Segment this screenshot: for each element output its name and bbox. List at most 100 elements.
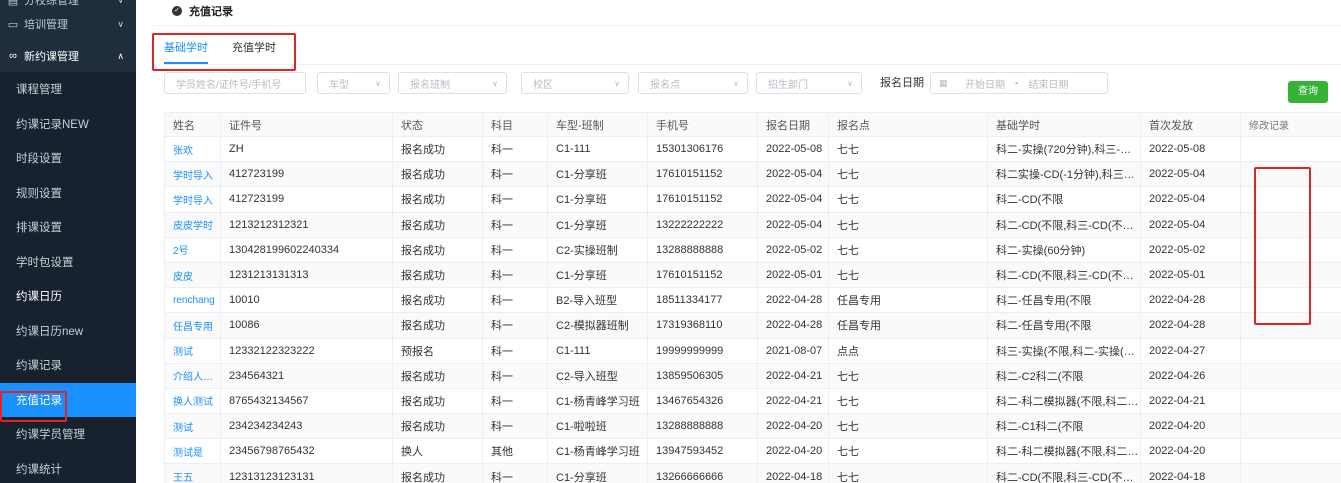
cell-id-number: 12313123123131 — [220, 463, 393, 483]
table-row[interactable]: 学时导入 412723199 报名成功 科一 C1-分享班 17610151152 2022… — [164, 161, 1341, 188]
table-row[interactable]: 2号 130428199602240334 报名成功 科一 C2-实操班制 1328888… — [164, 236, 1341, 263]
table-row[interactable]: 皮皮学时 1213212312321 报名成功 科一 C1-分享班 13222222222… — [164, 211, 1341, 238]
cell-status: 报名成功 — [392, 463, 483, 483]
sidebar-group-training[interactable]: ▭ 培训管理 ∨ — [0, 8, 136, 40]
cell-signup-point: 七七 — [828, 236, 988, 263]
cell-signup-date: 2022-04-21 — [757, 362, 829, 389]
sidebar-group-new-booking[interactable]: ∞ 新约课管理 ∧ — [0, 40, 136, 72]
cell-subject: 科一 — [482, 387, 548, 415]
cell-signup-point: 七七 — [828, 261, 988, 289]
cell-car-class: C1-啦啦班 — [547, 413, 648, 440]
sidebar-group-label: 分校综管理 — [24, 0, 79, 7]
table-row[interactable]: 测试是 23456798765432 换人 其他 C1-杨青峰学习班 1394759345… — [164, 438, 1341, 465]
cell-signup-date: 2022-04-20 — [757, 438, 829, 465]
column-header-id-number: 证件号 — [220, 112, 393, 137]
cell-basic-hours: 科三-实操(不限,科二-实操(不... — [987, 337, 1141, 364]
sidebar-item-student-management[interactable]: 约课学员管理 — [0, 417, 136, 452]
table-row[interactable]: 介绍人分教授234564321报名成功科一C2-导入班型138595063052… — [164, 362, 1341, 389]
column-header-change-log: 修改记录 — [1240, 112, 1341, 137]
cell-signup-date: 2022-05-04 — [757, 186, 829, 213]
sidebar-group-branch[interactable]: ▤ 分校综管理 ∨ — [0, 0, 136, 8]
car-type-select[interactable]: 车型 ∨ — [317, 72, 390, 94]
cell-change-log — [1240, 236, 1341, 263]
cell-name[interactable]: 测试 — [164, 337, 221, 364]
cell-phone: 15301306176 — [647, 135, 758, 163]
cell-phone: 17610151152 — [647, 261, 758, 289]
cell-name[interactable]: 任昌专用 — [164, 312, 221, 339]
cell-name[interactable]: 换人测试 — [164, 387, 221, 415]
department-select[interactable]: 招生部门 ∨ — [756, 72, 862, 94]
sidebar-item-booking-records[interactable]: 约课记录 — [0, 348, 136, 383]
sidebar-item-recharge-records[interactable]: 充值记录 — [0, 382, 136, 417]
sidebar-item-rules[interactable]: 规则设置 — [0, 176, 136, 211]
sidebar-item-label: 学时包设置 — [16, 256, 74, 269]
cell-id-number: 130428199602240334 — [220, 236, 393, 263]
cell-change-log — [1240, 387, 1341, 415]
query-button[interactable]: 查询 — [1288, 81, 1328, 103]
sidebar-item-course-management[interactable]: 课程管理 — [0, 72, 136, 107]
cell-status: 报名成功 — [392, 362, 483, 389]
sidebar-item-booking-stats[interactable]: 约课统计 — [0, 452, 136, 483]
table-row[interactable]: 学时导入 412723199 报名成功 科一 C1-分享班 17610151152 2022… — [164, 186, 1341, 213]
divider — [164, 64, 1341, 65]
cell-change-log — [1240, 261, 1341, 289]
table-row[interactable]: renchang 10010 报名成功 科一 B2-导入班型 18511334177 202… — [164, 287, 1341, 314]
signup-point-select[interactable]: 报名点 ∨ — [638, 72, 748, 94]
cell-status: 报名成功 — [392, 161, 483, 188]
table-row[interactable]: 换人测试 8765432134567 报名成功 科一 C1-杨青峰学习班 13467654… — [164, 387, 1341, 415]
chat-icon: ▭ — [7, 18, 19, 31]
class-type-select[interactable]: 报名班制 ∨ — [398, 72, 507, 94]
cell-id-number: 1231213131313 — [220, 261, 393, 289]
cell-name[interactable]: 2号 — [164, 236, 221, 263]
cell-signup-date: 2022-04-20 — [757, 413, 829, 440]
cell-name[interactable]: 张欢 — [164, 135, 221, 163]
table-row[interactable]: 皮皮 1231213131313 报名成功 科一 C1-分享班 17610151152 20… — [164, 261, 1341, 289]
cell-name[interactable]: 皮皮 — [164, 261, 221, 289]
cell-car-class: C2-实操班制 — [547, 236, 648, 263]
cell-subject: 科一 — [482, 287, 548, 314]
cell-name[interactable]: 王五 — [164, 463, 221, 483]
cell-name[interactable]: 皮皮学时 — [164, 211, 221, 238]
cell-phone: 13859506305 — [647, 362, 758, 389]
tab-basic-hours[interactable]: 基础学时 — [164, 40, 208, 66]
table-row[interactable]: 测试 12332122323222 预报名 科一 C1-111 19999999999 20… — [164, 337, 1341, 364]
sidebar-item-scheduling[interactable]: 排课设置 — [0, 210, 136, 245]
cell-subject: 科一 — [482, 463, 548, 483]
cell-phone: 17610151152 — [647, 186, 758, 213]
sidebar-item-booking-calendar[interactable]: 约课日历 — [0, 279, 136, 314]
cell-subject: 其他 — [482, 438, 548, 465]
campus-select[interactable]: 校区 ∨ — [521, 72, 629, 94]
sidebar-item-label: 约课统计 — [16, 463, 62, 476]
table-row[interactable]: 张欢 ZH 报名成功 科一 C1-111 15301306176 2022-05-08 七七科… — [164, 135, 1341, 163]
cell-name[interactable]: renchang — [164, 287, 221, 314]
cell-change-log — [1240, 438, 1341, 465]
signup-date-range-picker[interactable]: ▦ 开始日期 - 结束日期 — [930, 72, 1108, 94]
cell-first-issued: 2022-05-01 — [1140, 261, 1241, 289]
cell-basic-hours: 科二-科二模拟器(不限,科二-实... — [987, 387, 1141, 415]
cell-basic-hours: 科二-C2科二(不限 — [987, 362, 1141, 389]
cell-name[interactable]: 介绍人分教授 — [164, 362, 221, 389]
sidebar-item-hour-packages[interactable]: 学时包设置 — [0, 245, 136, 280]
sidebar-item-booking-records-new[interactable]: 约课记录NEW — [0, 107, 136, 142]
cell-status: 报名成功 — [392, 413, 483, 440]
cell-first-issued: 2022-04-18 — [1140, 463, 1241, 483]
column-header-status: 状态 — [392, 112, 483, 137]
tab-recharge-hours[interactable]: 充值学时 — [232, 40, 276, 66]
cell-name[interactable]: 学时导入 — [164, 186, 221, 213]
campus-placeholder: 校区 — [533, 79, 553, 91]
cell-signup-date: 2022-05-04 — [757, 211, 829, 238]
date-separator: - — [1015, 77, 1019, 89]
cell-id-number: 1213212312321 — [220, 211, 393, 238]
sidebar-item-booking-calendar-new[interactable]: 约课日历new — [0, 314, 136, 349]
cell-name[interactable]: 学时导入 — [164, 161, 221, 188]
table-row[interactable]: 王五 12313123123131 报名成功 科一 C1-分享班 13266666666 2… — [164, 463, 1341, 483]
cell-first-issued: 2022-04-28 — [1140, 287, 1241, 314]
cell-name[interactable]: 测试是 — [164, 438, 221, 465]
cell-name[interactable]: 测试 — [164, 413, 221, 440]
student-search-input[interactable]: 学员姓名/证件号/手机号 — [164, 72, 306, 94]
table-row[interactable]: 测试 234234234243 报名成功 科一 C1-啦啦班 13288888888 202… — [164, 413, 1341, 440]
cell-status: 报名成功 — [392, 312, 483, 339]
sidebar-item-time-slots[interactable]: 时段设置 — [0, 141, 136, 176]
table-row[interactable]: 任昌专用 10086 报名成功 科一 C2-模拟器班制 17319368110 2022-0… — [164, 312, 1341, 339]
cell-change-log — [1240, 287, 1341, 314]
